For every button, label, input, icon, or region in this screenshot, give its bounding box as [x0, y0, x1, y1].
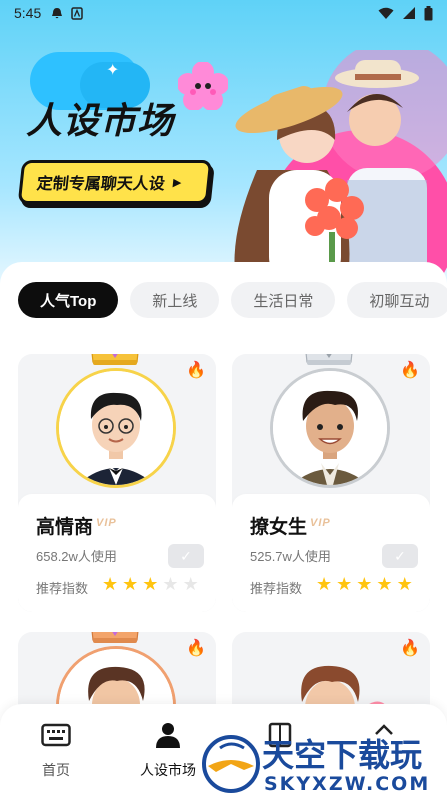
usage-count: 525.7w人使用	[250, 549, 331, 564]
persona-info: 高情商 VIP 658.2w人使用 ✓ 推荐指数 ★ ★ ★ ★ ★	[18, 494, 216, 612]
rating-stars: ★ ★ ★ ★ ★	[316, 574, 413, 595]
customize-persona-button[interactable]: 定制专属聊天人设 ▶	[17, 160, 213, 204]
avatar	[56, 368, 176, 488]
wifi-icon	[378, 7, 394, 19]
persona-card[interactable]: 🔥	[18, 354, 216, 612]
gold-crown-icon	[91, 354, 139, 365]
tab-daily-life[interactable]: 生活日常	[231, 282, 336, 318]
vip-badge: VIP	[310, 517, 331, 529]
usage-count: 658.2w人使用	[36, 549, 117, 564]
silver-crown-icon	[305, 354, 353, 365]
watermark-domain: SKYXZW.COM	[264, 773, 430, 794]
star-icon: ★	[336, 574, 353, 594]
persona-name: 撩女生	[250, 517, 308, 538]
select-check-button[interactable]: ✓	[168, 544, 204, 568]
star-icon: ★	[376, 574, 393, 594]
nav-home[interactable]: 首页	[16, 722, 96, 780]
star-empty-icon: ★	[182, 574, 199, 594]
star-icon: ★	[122, 574, 139, 594]
avatar	[270, 368, 390, 488]
rating-label: 推荐指数	[36, 581, 89, 596]
site-watermark-logo: 天空下载玩 SKYXZW.COM	[202, 735, 430, 794]
nav-persona-market-label: 人设市场	[140, 762, 196, 778]
select-check-button[interactable]: ✓	[382, 544, 418, 568]
tab-new[interactable]: 新上线	[130, 282, 220, 318]
category-tabs: 人气Top 新上线 生活日常 初聊互动	[18, 282, 447, 318]
hot-fire-icon: 🔥	[186, 640, 206, 657]
star-icon: ★	[142, 574, 159, 594]
watermark-brand: 天空下载玩	[262, 736, 422, 774]
sparkle-icon: ✦	[106, 62, 120, 79]
person-icon	[156, 723, 180, 748]
hot-fire-icon: 🔥	[186, 362, 206, 379]
star-empty-icon: ★	[162, 574, 179, 594]
star-icon: ★	[396, 574, 413, 594]
hot-fire-icon: 🔥	[400, 640, 420, 657]
customize-persona-label: 定制专属聊天人设	[35, 176, 166, 193]
persona-name: 高情商	[36, 517, 94, 538]
tab-popular-top[interactable]: 人气Top	[18, 282, 119, 318]
rating-stars: ★ ★ ★ ★ ★	[102, 574, 199, 595]
tab-first-chat[interactable]: 初聊互动	[347, 282, 447, 318]
hot-fire-icon: 🔥	[400, 362, 420, 379]
bronze-crown-icon	[91, 632, 139, 643]
persona-info: 撩女生 VIP 525.7w人使用 ✓ 推荐指数 ★ ★ ★ ★ ★	[232, 494, 430, 612]
status-time: 5:45	[14, 5, 42, 21]
rating-label: 推荐指数	[250, 581, 303, 596]
nav-home-label: 首页	[42, 762, 70, 778]
persona-avatar-image	[273, 371, 387, 485]
status-bar: 5:45	[0, 0, 447, 26]
persona-card[interactable]: 🔥	[232, 354, 430, 612]
app-notification-icon	[71, 6, 83, 20]
star-icon: ★	[316, 574, 333, 594]
cellular-signal-icon	[403, 7, 415, 19]
star-icon: ★	[356, 574, 373, 594]
nav-persona-market[interactable]: 人设市场	[128, 722, 208, 780]
hero-banner[interactable]: ✦ 人设市场 定制专属聊天人设 ▶	[0, 0, 447, 285]
star-icon: ★	[102, 574, 119, 594]
battery-icon	[424, 5, 433, 20]
play-arrow-icon: ▶	[172, 176, 183, 189]
persona-avatar-image	[59, 371, 173, 485]
notification-bell-icon	[52, 7, 63, 18]
page-title: 人设市场	[26, 100, 175, 141]
couple-illustration	[234, 50, 447, 285]
keyboard-icon	[41, 723, 71, 747]
vip-badge: VIP	[96, 517, 117, 529]
